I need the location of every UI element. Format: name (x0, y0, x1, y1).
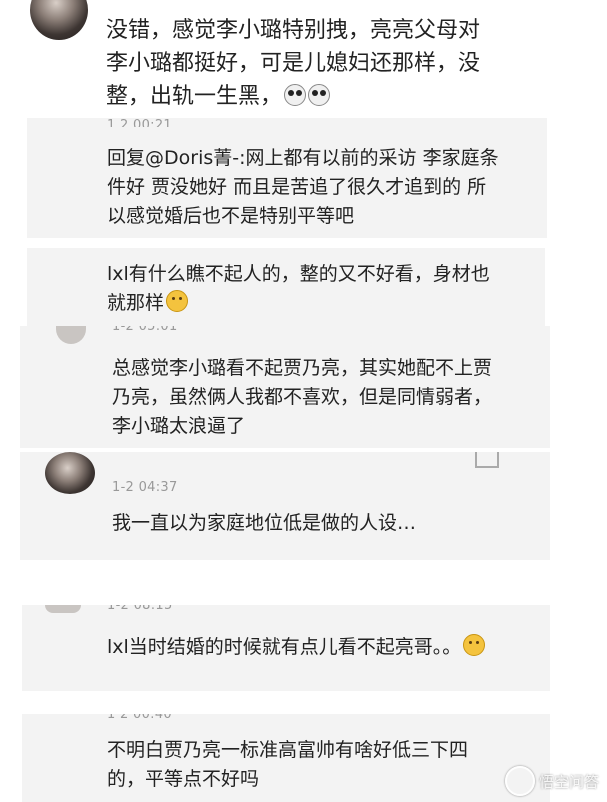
watermark: 悟空问答 (504, 766, 599, 796)
comment-timestamp: 1 2 00:40 (107, 714, 172, 722)
comment-text: lxl有什么瞧不起人的，整的又不好看，身材也 就那样 (107, 263, 490, 314)
avatar[interactable] (45, 452, 95, 494)
comment-card-5: 1-2 04:37 我一直以为家庭地位低是做的人设… (20, 452, 550, 560)
comment-text: lxl当时结婚的时候就有点儿看不起亮哥。。 (107, 633, 547, 662)
watermark-text: 悟空问答 (538, 772, 599, 791)
avatar[interactable] (45, 605, 81, 613)
comment-card-4: 1-2 05:01 总感觉李小璐看不起贾乃亮，其实她配不上贾 乃亮，虽然俩人我都… (20, 326, 550, 448)
doge-emoji-icon (463, 634, 486, 656)
wukong-logo-icon (504, 766, 535, 796)
comment-timestamp: 1-2 08:15 (107, 605, 173, 613)
comment-timestamp: 1-2 05:01 (112, 326, 178, 334)
username[interactable] (112, 452, 222, 462)
comment-card-2: 1 2 00:21 回复@Doris菁-:网上都有以前的采访 李家庭条 件好 贾… (27, 118, 547, 238)
shocked-emoji-icon (308, 84, 331, 106)
like-icon[interactable] (475, 452, 499, 468)
avatar[interactable] (56, 326, 86, 344)
mention-link[interactable]: @Doris菁-: (145, 147, 246, 169)
like-count (508, 452, 533, 462)
comment-text: 我一直以为家庭地位低是做的人设… (112, 512, 417, 534)
comment-card-7: 1 2 00:40 不明白贾乃亮一标准高富帅有啥好低三下四 的，平等点不好吗 (22, 714, 550, 802)
comment-text: 回复@Doris菁-:网上都有以前的采访 李家庭条 件好 贾没她好 而且是苦追了… (107, 147, 499, 227)
comment-timestamp: 1-2 04:37 (112, 480, 178, 495)
comment-card-1: 没错，感觉李小璐特别拽，亮亮父母对 李小璐都挺好，可是儿媳妇还那样，没 整，出轨… (0, 0, 607, 118)
comment-card-3: lxl有什么瞧不起人的，整的又不好看，身材也 就那样 (27, 248, 545, 326)
shocked-emoji-icon (284, 84, 307, 106)
comment-text: 没错，感觉李小璐特别拽，亮亮父母对 李小璐都挺好，可是儿媳妇还那样，没 整，出轨… (106, 18, 481, 109)
doge-emoji-icon (166, 290, 189, 312)
comment-timestamp: 1 2 00:21 (107, 118, 172, 127)
comment-card-6: 1-2 08:15 lxl当时结婚的时候就有点儿看不起亮哥。。 (22, 605, 550, 691)
comment-text: 不明白贾乃亮一标准高富帅有啥好低三下四 的，平等点不好吗 (107, 739, 469, 790)
avatar[interactable] (30, 0, 88, 40)
comment-text: 总感觉李小璐看不起贾乃亮，其实她配不上贾 乃亮，虽然俩人我都不喜欢，但是同情弱者… (112, 357, 493, 437)
